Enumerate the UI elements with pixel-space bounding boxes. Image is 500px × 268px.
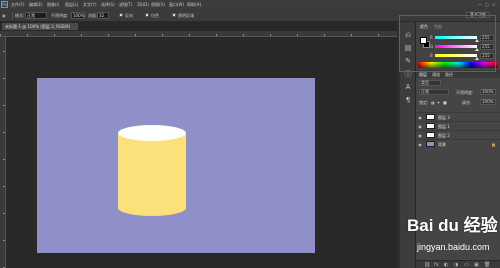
baidu-jingyan-watermark: Bai du 经验 jingyan.baidu.com xyxy=(407,211,500,268)
menu-3d[interactable]: 3D(D) xyxy=(137,2,149,7)
slider-b-track[interactable] xyxy=(435,54,479,60)
slider-r-thumb[interactable] xyxy=(475,39,479,42)
watermark-url: jingyan.baidu.com xyxy=(417,242,490,252)
reverse-checkbox[interactable] xyxy=(119,13,123,17)
options-bar: ▣ 模式: 正常 不透明度: 100% 流量: 32 反向 仿色 透明区域 基本… xyxy=(0,9,500,22)
tab-swatches[interactable]: 色板 xyxy=(434,24,442,30)
close-button[interactable]: × xyxy=(492,2,495,7)
menu-edit[interactable]: 编辑(E) xyxy=(29,2,43,8)
brush-preset-icon[interactable]: ✎ xyxy=(403,57,413,66)
slider-b-thumb[interactable] xyxy=(475,57,479,60)
layer-opacity-label: 不透明度: xyxy=(456,90,474,95)
mode-label: 模式: xyxy=(15,13,25,18)
flow-label: 流量: xyxy=(88,13,98,18)
layer-thumbnail xyxy=(426,141,435,147)
menu-window[interactable]: 窗口(W) xyxy=(169,2,184,8)
layer-thumbnail xyxy=(426,132,435,138)
character-icon[interactable]: A xyxy=(403,83,413,92)
layers-panel-tabs: 图层 通道 路径 xyxy=(416,70,500,78)
blend-mode-select[interactable]: 正常 xyxy=(419,89,449,95)
visibility-eye-icon[interactable]: ◉ xyxy=(417,124,423,129)
mode-select[interactable]: 正常 xyxy=(25,12,47,19)
slider-r-label: R xyxy=(430,35,433,40)
layer-opacity-input[interactable]: 100% xyxy=(480,89,496,95)
dither-checkbox[interactable] xyxy=(145,13,149,17)
slider-b-label: B xyxy=(430,53,433,58)
slider-g-thumb[interactable] xyxy=(475,48,479,51)
transparency-checkbox[interactable] xyxy=(172,13,176,17)
lock-all-icon[interactable]: ■ xyxy=(443,100,447,105)
slider-g-label: G xyxy=(430,44,434,49)
slider-r-track[interactable] xyxy=(435,36,479,42)
tool-preset-icon[interactable]: ▣ xyxy=(2,13,6,18)
tab-color[interactable]: 颜色 xyxy=(420,24,428,30)
cylinder-shape[interactable] xyxy=(118,124,186,216)
layer-row[interactable]: ◉ 图层 2 xyxy=(416,130,500,139)
flow-input[interactable]: 32 xyxy=(97,12,109,19)
document-tab[interactable]: 未标题-1 @ 100% (图层 3, RGB/8) xyxy=(2,23,78,30)
menu-view[interactable]: 视图(V) xyxy=(151,2,165,8)
visibility-eye-icon[interactable]: ◉ xyxy=(417,115,423,120)
cylinder-top xyxy=(118,125,186,141)
cylinder-body xyxy=(118,133,186,216)
fill-label: 填充: xyxy=(462,100,472,105)
menu-filter[interactable]: 滤镜(T) xyxy=(119,2,133,8)
watermark-brand: Bai du 经验 xyxy=(407,216,498,235)
slider-r-value[interactable]: 255 xyxy=(480,35,494,41)
fill-input[interactable]: 100% xyxy=(480,99,496,105)
layer-name: 背景 xyxy=(438,142,446,147)
menu-layer[interactable]: 图层(L) xyxy=(65,2,78,8)
menu-help[interactable]: 帮助(H) xyxy=(187,2,201,8)
slider-g-value[interactable]: 255 xyxy=(480,44,494,50)
transparency-label: 透明区域 xyxy=(178,13,194,18)
workspace-switcher[interactable]: 基本功能 xyxy=(466,12,490,18)
layer-thumbnail xyxy=(426,114,435,120)
menu-bar: Ps 文件(F) 编辑(E) 图像(I) 图层(L) 文字(Y) 选择(S) 滤… xyxy=(0,0,500,9)
menu-type[interactable]: 文字(Y) xyxy=(83,2,97,8)
paragraph-icon[interactable]: ¶ xyxy=(403,96,413,105)
layers-controls: 类型 正常 不透明度: 100% 锁定: ▦ ✛ ■ 填充: 100% xyxy=(416,78,500,112)
menu-select[interactable]: 选择(S) xyxy=(101,2,115,8)
color-spectrum-ramp[interactable] xyxy=(418,62,498,68)
layer-thumbnail xyxy=(426,123,435,129)
info-icon[interactable]: ⓘ xyxy=(403,70,413,79)
lock-label: 锁定: xyxy=(419,100,429,105)
visibility-eye-icon[interactable]: ◉ xyxy=(417,142,423,147)
lock-pixels-icon[interactable]: ▦ xyxy=(431,100,435,105)
options-divider xyxy=(12,12,13,19)
foreground-color-swatch[interactable] xyxy=(420,37,427,44)
minimize-button[interactable]: — xyxy=(478,2,482,7)
history-icon[interactable]: ⎌ xyxy=(403,31,413,40)
layer-row[interactable]: ◉ 背景 🔒 xyxy=(416,139,500,148)
layer-row[interactable]: ◉ 图层 3 xyxy=(416,112,500,121)
dither-label: 仿色 xyxy=(151,13,159,18)
opacity-input[interactable]: 100% xyxy=(71,12,85,19)
slider-b-value[interactable]: 255 xyxy=(480,53,494,59)
lock-position-icon[interactable]: ✛ xyxy=(437,100,440,105)
maximize-button[interactable]: □ xyxy=(485,2,489,7)
properties-icon[interactable]: ▤ xyxy=(403,44,413,53)
menu-image[interactable]: 图像(I) xyxy=(47,2,59,8)
photoshop-logo-icon: Ps xyxy=(1,1,8,8)
opacity-label: 不透明度: xyxy=(51,13,69,18)
color-panel: 颜色 色板 R 255 G 255 B 255 xyxy=(416,22,500,70)
menu-file[interactable]: 文件(F) xyxy=(11,2,24,8)
slider-g-track[interactable] xyxy=(435,45,479,51)
visibility-eye-icon[interactable]: ◉ xyxy=(417,133,423,138)
layer-row[interactable]: ◉ 图层 1 xyxy=(416,121,500,130)
layer-kind-filter[interactable]: 类型 xyxy=(419,80,441,86)
reverse-label: 反向 xyxy=(125,13,133,18)
background-lock-icon: 🔒 xyxy=(491,142,496,147)
